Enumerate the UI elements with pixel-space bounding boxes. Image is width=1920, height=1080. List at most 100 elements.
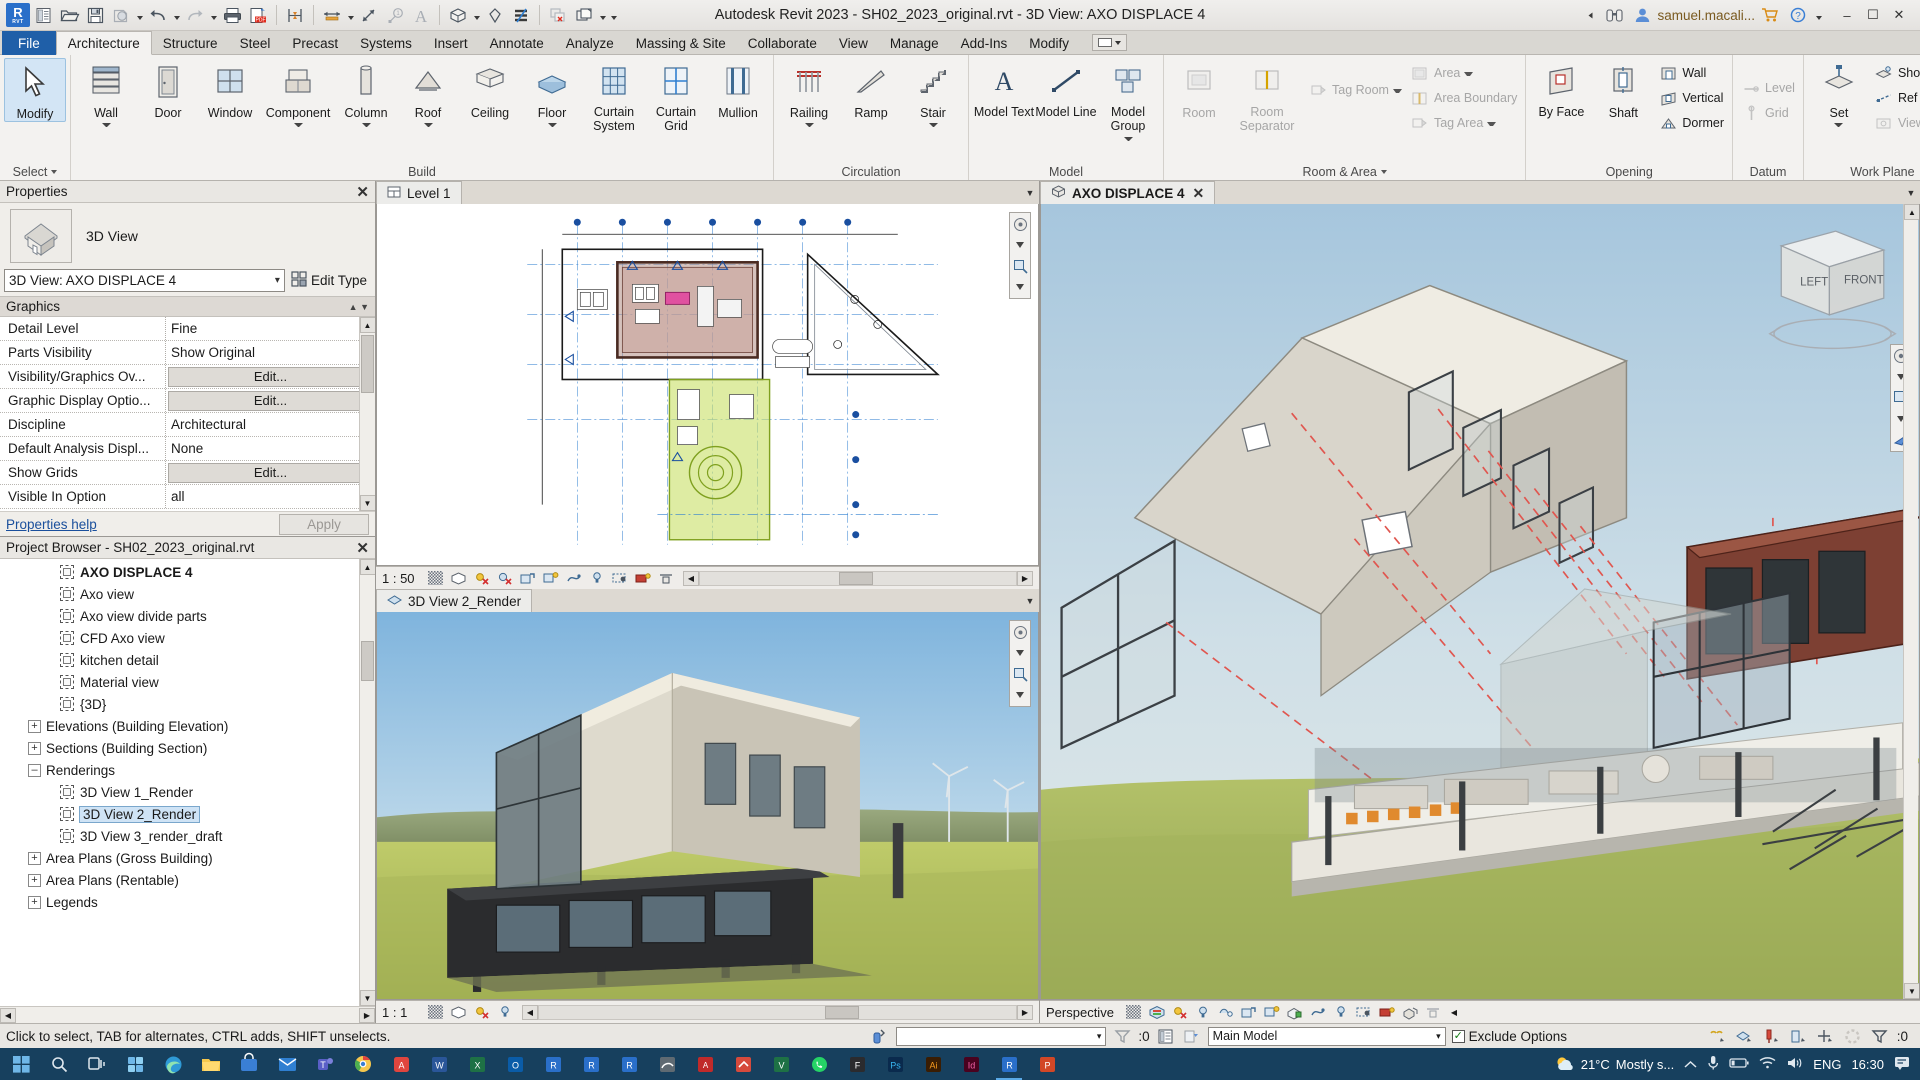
- tab-architecture[interactable]: Architecture: [55, 31, 152, 55]
- vertical-opening-button[interactable]: Vertical: [1654, 86, 1728, 110]
- show-work-plane-button[interactable]: Show: [1870, 61, 1920, 85]
- search-help-icon[interactable]: [1601, 2, 1627, 28]
- project-browser-scrollbar[interactable]: ▲ ▼: [359, 559, 375, 1006]
- tree-group-renderings[interactable]: – Renderings: [0, 759, 375, 781]
- visual-style-icon[interactable]: [449, 1003, 468, 1022]
- plan-view-canvas[interactable]: [376, 204, 1039, 566]
- edit-button[interactable]: Edit...: [168, 462, 373, 483]
- render-in-cloud-icon[interactable]: [1239, 1003, 1258, 1022]
- workset-selector[interactable]: Main Model ▾: [1207, 1026, 1446, 1046]
- curtain-system-button[interactable]: Curtain System: [583, 58, 645, 134]
- stair-button[interactable]: Stair: [902, 58, 964, 129]
- analytical-model-icon[interactable]: [633, 569, 652, 588]
- teams-icon[interactable]: T: [306, 1048, 344, 1080]
- scroll-left-icon[interactable]: ◀: [0, 1007, 16, 1023]
- aligned-dimension-icon[interactable]: [319, 2, 345, 28]
- default-3d-view-icon[interactable]: [445, 2, 471, 28]
- tree-item-axo-view-divide-parts[interactable]: Axo view divide parts: [0, 605, 375, 627]
- 3d-view-dropdown-caret[interactable]: [471, 2, 482, 28]
- work-plane-viewer-button[interactable]: Viewer: [1870, 111, 1920, 135]
- ceiling-button[interactable]: Ceiling: [459, 58, 521, 120]
- apply-button[interactable]: Apply: [279, 513, 369, 535]
- render-settings-icon[interactable]: [1216, 1003, 1235, 1022]
- store-icon[interactable]: [230, 1048, 268, 1080]
- level-button[interactable]: Level: [1737, 76, 1799, 100]
- undo-icon[interactable]: [145, 2, 171, 28]
- sketchup-icon[interactable]: [724, 1048, 762, 1080]
- select-pinned-icon[interactable]: [1762, 1026, 1782, 1046]
- close-icon[interactable]: ✕: [1193, 185, 1205, 202]
- scroll-right-icon[interactable]: ▶: [359, 1007, 375, 1023]
- tree-item-axo-displace-4[interactable]: AXO DISPLACE 4: [0, 561, 375, 583]
- word-icon[interactable]: W: [420, 1048, 458, 1080]
- ref-plane-button[interactable]: Ref Plane: [1870, 86, 1920, 110]
- expander-icon[interactable]: –: [28, 763, 41, 777]
- zoom-tool-icon[interactable]: [1011, 257, 1029, 275]
- property-row[interactable]: Detail Level Fine: [0, 317, 375, 341]
- tab-systems[interactable]: Systems: [349, 31, 423, 55]
- tree-item-material-view[interactable]: Material view: [0, 671, 375, 693]
- tab-file[interactable]: File: [2, 31, 56, 55]
- property-value[interactable]: Fine: [166, 317, 375, 340]
- tag-icon[interactable]: 1: [382, 2, 408, 28]
- render-horizontal-scrollbar[interactable]: ◀ ▶: [522, 1004, 1033, 1020]
- component-button[interactable]: Component: [261, 58, 335, 129]
- design-options-icon[interactable]: [1182, 1026, 1202, 1046]
- figma-icon[interactable]: F: [838, 1048, 876, 1080]
- set-work-plane-dropdown-caret[interactable]: [1834, 121, 1843, 129]
- tree-item-3d-default[interactable]: {3D}: [0, 693, 375, 715]
- axo-view-scale[interactable]: Perspective: [1046, 1005, 1120, 1020]
- tab-view[interactable]: View: [828, 31, 879, 55]
- wall-opening-button[interactable]: Wall: [1654, 61, 1728, 85]
- close-hidden-windows-icon[interactable]: [545, 2, 571, 28]
- indesign-icon[interactable]: Id: [952, 1048, 990, 1080]
- steering-wheel-icon[interactable]: [1011, 215, 1029, 233]
- scroll-down-icon[interactable]: ▼: [359, 990, 375, 1006]
- tab-add-ins[interactable]: Add-Ins: [950, 31, 1019, 55]
- revit-active-icon[interactable]: R: [990, 1048, 1028, 1080]
- hscroll-track[interactable]: [538, 1004, 1017, 1020]
- detail-level-icon[interactable]: [426, 569, 445, 588]
- status-filter-input[interactable]: ▾: [896, 1026, 1107, 1046]
- panel-select-dropdown-caret[interactable]: [51, 170, 57, 174]
- room-button[interactable]: Room: [1168, 58, 1230, 120]
- scroll-up-icon[interactable]: ▲: [359, 559, 375, 575]
- property-row[interactable]: Discipline Architectural: [0, 413, 375, 437]
- tree-item-3d-view-3-render-draft[interactable]: 3D View 3_render_draft: [0, 825, 375, 847]
- print-icon[interactable]: [219, 2, 245, 28]
- save-icon[interactable]: [82, 2, 108, 28]
- temporary-hide-isolate-icon[interactable]: [1354, 1003, 1373, 1022]
- measure-icon[interactable]: [282, 2, 308, 28]
- tab-steel[interactable]: Steel: [229, 31, 282, 55]
- autocad-icon[interactable]: A: [686, 1048, 724, 1080]
- scrollbar-thumb[interactable]: [361, 641, 374, 681]
- grid-button[interactable]: Grid: [1737, 101, 1799, 125]
- powerpoint-icon[interactable]: P: [1028, 1048, 1066, 1080]
- explorer-icon[interactable]: [192, 1048, 230, 1080]
- expander-icon[interactable]: +: [28, 719, 41, 733]
- group-collapse-icon[interactable]: ▲ ▼: [349, 302, 369, 312]
- door-button[interactable]: Door: [137, 58, 199, 120]
- tab-collaborate[interactable]: Collaborate: [737, 31, 828, 55]
- select-by-face-icon[interactable]: [1789, 1026, 1809, 1046]
- set-work-plane-button[interactable]: Set: [1808, 58, 1870, 129]
- outlook-icon[interactable]: O: [496, 1048, 534, 1080]
- mullion-button[interactable]: Mullion: [707, 58, 769, 120]
- switch-windows-dropdown-caret[interactable]: [597, 2, 608, 28]
- axo-view-canvas[interactable]: LEFT FRONT ▲ ▼: [1040, 204, 1920, 1000]
- temporary-hide-isolate-icon[interactable]: [610, 569, 629, 588]
- volume-icon[interactable]: [1786, 1056, 1803, 1073]
- project-browser-close-icon[interactable]: ✕: [356, 539, 369, 557]
- tab-3d-view-2-render[interactable]: 3D View 2_Render: [376, 589, 533, 612]
- view-control-more-icon[interactable]: ◀: [1446, 1005, 1462, 1020]
- checkbox-icon[interactable]: ✓: [1451, 1029, 1465, 1043]
- properties-scrollbar[interactable]: ▲ ▼: [359, 317, 375, 511]
- section-icon[interactable]: [482, 2, 508, 28]
- microphone-icon[interactable]: [1707, 1054, 1719, 1074]
- area-button[interactable]: Area: [1406, 61, 1521, 85]
- roof-dropdown-caret[interactable]: [424, 121, 433, 129]
- render-view-scale[interactable]: 1 : 1: [382, 1005, 422, 1020]
- scroll-down-icon[interactable]: ▼: [1904, 983, 1919, 999]
- tree-group-area-plans-rentable[interactable]: + Area Plans (Rentable): [0, 869, 375, 891]
- battery-icon[interactable]: [1729, 1057, 1749, 1072]
